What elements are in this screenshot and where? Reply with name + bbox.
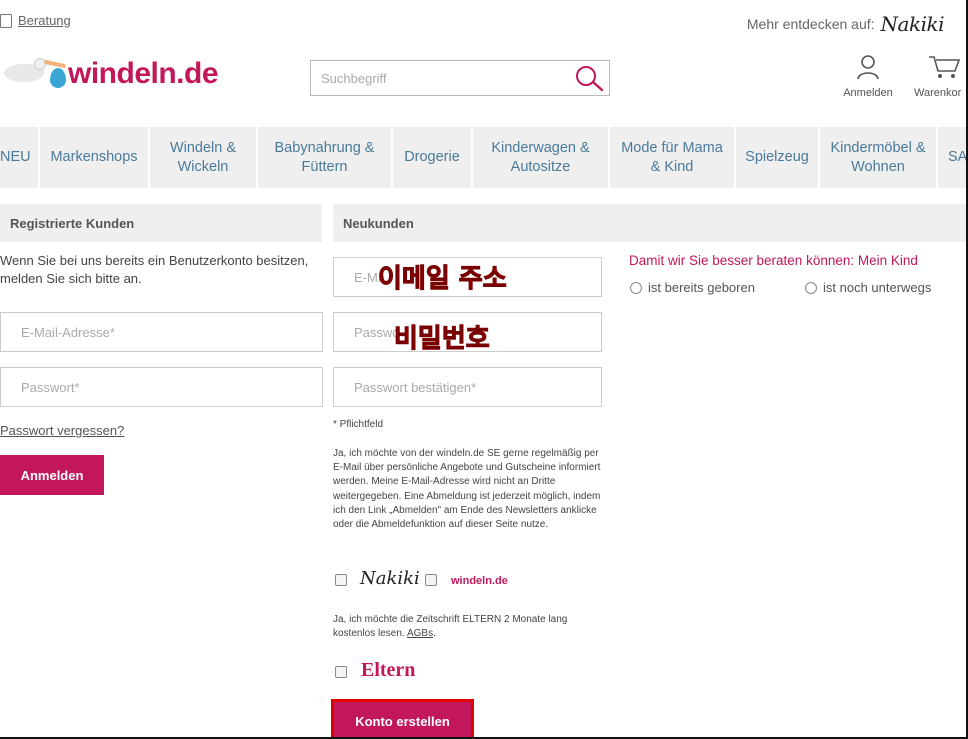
password-annotation: 비밀번호 xyxy=(394,324,491,355)
eltern-offer-period: . xyxy=(433,628,436,640)
child-expecting-option[interactable]: ist noch unterwegs xyxy=(805,280,931,295)
mehr-label: Mehr entdecken auf: xyxy=(746,16,875,32)
login-password-input[interactable] xyxy=(21,379,302,395)
beratung-label: Beratung xyxy=(18,13,71,28)
nav-item-windeln[interactable]: Windeln & Wickeln xyxy=(150,127,258,188)
search-icon[interactable] xyxy=(569,61,609,95)
cart-header-button[interactable]: Warenkor xyxy=(914,54,966,99)
child-born-option[interactable]: ist bereits geboren xyxy=(630,280,755,295)
agbs-link[interactable]: AGBs xyxy=(407,628,433,639)
cart-icon xyxy=(929,56,961,78)
logo-text: windeln.de xyxy=(68,57,219,90)
login-password-field-box xyxy=(0,367,323,407)
registered-heading: Registrierte Kunden xyxy=(0,204,322,242)
register-password-confirm-input[interactable] xyxy=(354,379,581,395)
category-nav: NEU Markenshops Windeln & Wickeln Babyna… xyxy=(0,127,966,188)
windeln-newsletter-checkbox[interactable] xyxy=(425,574,437,586)
nav-item-babynahrung[interactable]: Babynahrung & Füttern xyxy=(258,127,393,188)
nav-item-markenshops[interactable]: Markenshops xyxy=(40,127,150,188)
nav-item-neu[interactable]: NEU xyxy=(0,127,40,188)
nav-item-kindermoebel[interactable]: Kindermöbel & Wohnen xyxy=(820,127,938,188)
user-icon xyxy=(857,55,879,80)
search-input[interactable] xyxy=(311,61,569,95)
register-password-confirm-field-box xyxy=(333,367,602,407)
mehr-entdecken: Mehr entdecken auf: Nakiki xyxy=(746,12,945,36)
forgot-password-link[interactable]: Passwort vergessen? xyxy=(0,423,124,438)
login-email-input[interactable] xyxy=(21,324,302,340)
eltern-offer-text: Ja, ich möchte die Zeitschrift ELTERN 2 … xyxy=(333,613,583,641)
eltern-offer-label: Ja, ich möchte die Zeitschrift ELTERN 2 … xyxy=(333,614,568,640)
nakiki-brand-logo: Nakiki xyxy=(360,568,420,589)
login-email-field-box xyxy=(0,312,323,352)
eltern-checkbox[interactable] xyxy=(335,666,347,678)
nakiki-newsletter-checkbox[interactable] xyxy=(335,574,347,586)
windeln-brand-logo: windeln.de xyxy=(451,575,508,587)
nav-item-sale[interactable]: SA xyxy=(938,127,966,188)
beratung-link[interactable]: Beratung xyxy=(0,13,71,28)
login-header-button[interactable]: Anmelden xyxy=(838,54,898,99)
login-header-label: Anmelden xyxy=(843,87,893,99)
nakiki-logo-link[interactable]: Nakiki xyxy=(881,12,945,36)
nav-item-mode[interactable]: Mode für Mama & Kind xyxy=(610,127,736,188)
child-born-radio[interactable] xyxy=(630,281,642,294)
newsletter-consent-text: Ja, ich möchte von der windeln.de SE ger… xyxy=(333,448,601,531)
book-icon xyxy=(0,13,12,28)
nav-item-kinderwagen[interactable]: Kinderwagen & Autositze xyxy=(473,127,610,188)
child-expecting-radio[interactable] xyxy=(805,281,817,294)
login-button[interactable]: Anmelden xyxy=(0,455,104,495)
cart-header-label: Warenkor xyxy=(914,87,962,99)
child-expecting-label: ist noch unterwegs xyxy=(823,280,932,295)
required-note: * Pflichtfeld xyxy=(333,419,384,430)
eltern-brand-logo: Eltern xyxy=(361,659,416,681)
child-born-label: ist bereits geboren xyxy=(648,280,755,295)
new-customers-heading: Neukunden xyxy=(333,204,966,242)
email-annotation: 이메일 주소 xyxy=(378,264,508,295)
registered-intro: Wenn Sie bei uns bereits ein Benutzerkon… xyxy=(0,253,309,286)
windeln-logo[interactable]: windeln.de xyxy=(0,54,219,94)
annotation-highlight-box xyxy=(331,699,474,737)
nav-item-drogerie[interactable]: Drogerie xyxy=(393,127,473,188)
search-bar xyxy=(310,60,610,96)
stork-icon xyxy=(0,54,67,94)
page-frame: Beratung Mehr entdecken auf: Nakiki wind… xyxy=(0,0,968,739)
child-info-title: Damit wir Sie besser beraten können: Mei… xyxy=(629,253,918,268)
nav-item-spielzeug[interactable]: Spielzeug xyxy=(736,127,820,188)
